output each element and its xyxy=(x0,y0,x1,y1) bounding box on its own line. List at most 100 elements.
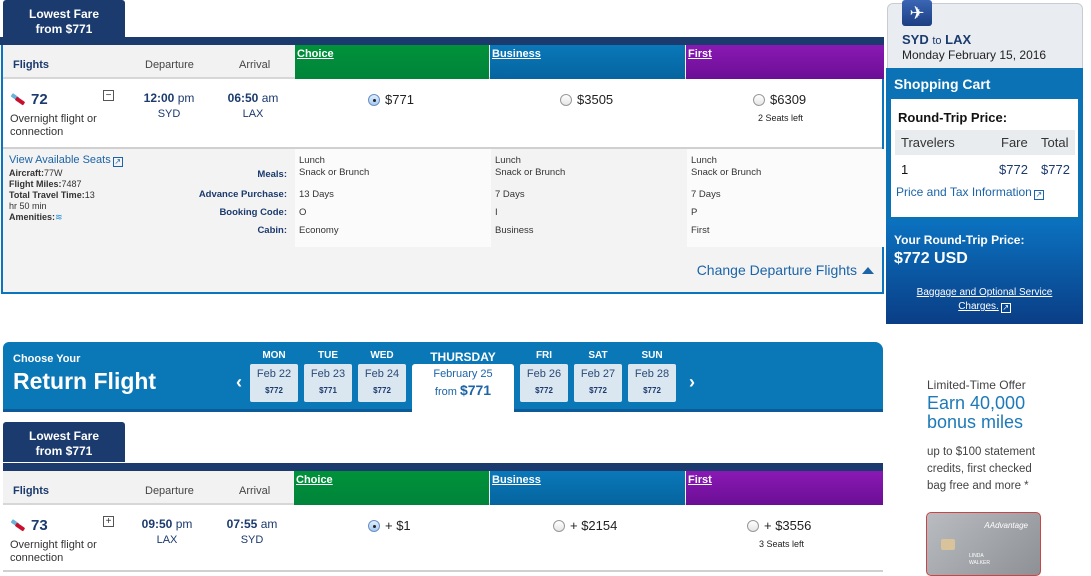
return-flight-date-bar: Choose Your Return Flight ‹ MON Feb 22 $7… xyxy=(3,342,883,412)
travelers-count: 1 xyxy=(901,162,909,177)
lowest-fare-price: from $771 xyxy=(35,22,93,36)
next-dates-chevron-icon[interactable]: › xyxy=(689,372,695,393)
change-departure-flights-link[interactable]: Change Departure Flights xyxy=(697,262,874,278)
departure-airport: SYD xyxy=(157,108,181,120)
your-round-trip-price-label: Your Round-Trip Price: xyxy=(894,233,1025,247)
col-flights: Flights xyxy=(13,485,50,497)
credit-card-ad[interactable]: Limited-Time Offer Earn 40,000 bonus mil… xyxy=(890,372,1091,576)
fare-class-business[interactable]: Business xyxy=(490,471,685,505)
lowest-fare-tab[interactable]: Lowest Fare from $771 xyxy=(3,422,125,462)
expand-details-button[interactable]: + xyxy=(103,516,114,527)
total-value: $772 xyxy=(1041,162,1070,177)
fare-class-first[interactable]: First xyxy=(686,45,884,79)
external-link-icon: ↗ xyxy=(112,157,123,167)
view-seats-link[interactable]: View Available Seats xyxy=(9,154,111,166)
overnight-note: Overnight flight or connection xyxy=(10,113,97,138)
departure-flight-panel: Flights Departure Arrival Choice Busines… xyxy=(1,45,885,294)
wifi-icon: ≋ xyxy=(55,212,63,222)
arrival-time: 06:50 am LAX xyxy=(213,91,293,120)
ad-headline: Earn 40,000 bonus miles xyxy=(927,393,1026,432)
return-flight-panel: Flights Departure Arrival Choice Busines… xyxy=(3,471,883,572)
radio-selected-icon[interactable] xyxy=(368,520,380,532)
ad-offer-label: Limited-Time Offer xyxy=(927,378,1026,392)
radio-icon[interactable] xyxy=(553,520,565,532)
credit-card-image: AAdvantage LINDA WALKER xyxy=(926,512,1041,576)
radio-icon[interactable] xyxy=(753,94,765,106)
fare-header-row: Flights Departure Arrival Choice Busines… xyxy=(3,471,883,505)
lowest-fare-label: Lowest Fare xyxy=(28,7,100,21)
aircraft: 77W xyxy=(44,168,63,178)
booking-code-label: Booking Code: xyxy=(219,207,287,218)
trip-date: Monday February 15, 2016 xyxy=(902,48,1047,62)
round-trip-price-label: Round-Trip Price: xyxy=(898,110,1008,125)
flight-number: 73 xyxy=(10,517,48,534)
col-departure: Departure xyxy=(145,59,194,71)
american-airlines-logo-icon xyxy=(10,93,26,106)
fare-option-business[interactable]: $3505 xyxy=(560,92,613,107)
seats-left: 2 Seats left xyxy=(758,113,804,123)
col-arrival: Arrival xyxy=(239,485,271,497)
american-airlines-logo-icon xyxy=(10,519,26,532)
departure-airport: LAX xyxy=(156,534,178,546)
departure-time: 12:00 pm SYD xyxy=(129,91,209,120)
col-departure: Departure xyxy=(145,485,194,497)
ad-body: up to $100 statement credits, first chec… xyxy=(927,446,1036,492)
choose-your-label: Choose Your xyxy=(13,353,81,365)
prev-dates-chevron-icon[interactable]: ‹ xyxy=(236,372,242,393)
date-option-selected[interactable]: THURSDAY February 25 from $771 xyxy=(412,350,514,412)
flight-row: 72 − Overnight flight or connection 12:0… xyxy=(3,79,882,149)
fare-class-first[interactable]: First xyxy=(686,471,883,505)
your-price-panel: Your Round-Trip Price: $772 USD Baggage … xyxy=(886,220,1083,324)
chevron-up-icon xyxy=(862,267,874,274)
arrival-airport: LAX xyxy=(242,108,264,120)
cart-table-header: Travelers Fare Total xyxy=(895,130,1075,155)
cart-price-box: Round-Trip Price: Travelers Fare Total 1… xyxy=(891,99,1078,217)
departure-time: 09:50 pm LAX xyxy=(127,517,207,546)
airplane-icon: ✈ xyxy=(902,0,932,26)
external-link-icon: ↗ xyxy=(1000,303,1011,313)
date-option[interactable]: SUN Feb 28 $772 xyxy=(628,350,676,402)
fare-option-business[interactable]: + $2154 xyxy=(553,518,617,533)
fare-option-choice[interactable]: + $1 xyxy=(368,518,411,533)
date-option[interactable]: FRI Feb 26 $772 xyxy=(520,350,568,402)
collapse-details-button[interactable]: − xyxy=(103,90,114,101)
date-option[interactable]: WED Feb 24 $772 xyxy=(358,350,406,402)
date-option[interactable]: TUE Feb 23 $771 xyxy=(304,350,352,402)
fare-option-choice[interactable]: $771 xyxy=(368,92,414,107)
shopping-cart: Shopping Cart Round-Trip Price: Traveler… xyxy=(886,68,1083,324)
radio-selected-icon[interactable] xyxy=(368,94,380,106)
fare-option-first[interactable]: $6309 xyxy=(753,92,806,107)
travel-time: 13 xyxy=(84,190,95,200)
date-option[interactable]: SAT Feb 27 $772 xyxy=(574,350,622,402)
flight-miles: 7487 xyxy=(61,179,82,189)
radio-icon[interactable] xyxy=(560,94,572,106)
fare-header-row: Flights Departure Arrival Choice Busines… xyxy=(3,45,884,79)
return-top-bar xyxy=(3,463,883,471)
date-option[interactable]: MON Feb 22 $772 xyxy=(250,350,298,402)
col-arrival: Arrival xyxy=(239,59,271,71)
card-chip-icon xyxy=(941,539,955,550)
shopping-cart-title: Shopping Cart xyxy=(894,76,991,92)
overnight-note: Overnight flight or connection xyxy=(10,539,97,564)
col-flights: Flights xyxy=(13,59,50,71)
lowest-fare-tab[interactable]: Lowest Fare from $771 xyxy=(3,0,125,40)
arrival-time: 07:55 am SYD xyxy=(212,517,292,546)
flight-number: 72 xyxy=(10,91,48,108)
route: SYD to LAX xyxy=(902,32,972,47)
external-link-icon: ↗ xyxy=(1033,190,1044,200)
fare-value: $772 xyxy=(999,162,1028,177)
cabin-label: Cabin: xyxy=(257,225,287,236)
fare-option-first[interactable]: + $3556 xyxy=(747,518,811,533)
fare-class-choice[interactable]: Choice xyxy=(294,471,489,505)
seats-left: 3 Seats left xyxy=(759,539,805,549)
fare-class-choice[interactable]: Choice xyxy=(295,45,489,79)
price-tax-info-link[interactable]: Price and Tax Information ↗ xyxy=(896,185,1044,200)
flight-info: View Available Seats ↗ Aircraft:77W Fligh… xyxy=(9,154,123,222)
baggage-charges-link[interactable]: Baggage and Optional Service Charges. ↗ xyxy=(886,286,1083,314)
fare-class-business[interactable]: Business xyxy=(490,45,685,79)
return-flight-title: Return Flight xyxy=(13,368,157,394)
radio-icon[interactable] xyxy=(747,520,759,532)
flight-details: View Available Seats ↗ Aircraft:77W Fligh… xyxy=(3,149,885,247)
your-round-trip-price: $772 USD xyxy=(894,250,968,267)
departure-top-bar xyxy=(0,37,884,45)
